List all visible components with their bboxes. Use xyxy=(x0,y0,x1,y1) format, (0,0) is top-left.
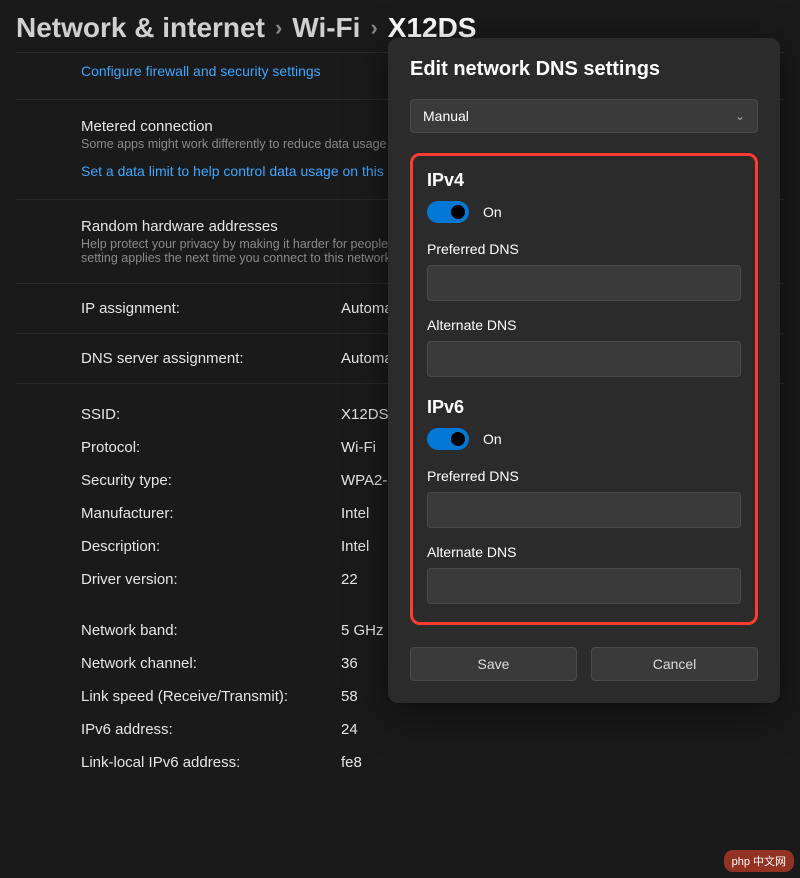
chevron-right-icon: › xyxy=(275,15,282,41)
detail-label: Manufacturer: xyxy=(81,505,341,522)
detail-value: 5 GHz xyxy=(341,622,384,639)
watermark: php 中文网 xyxy=(724,850,794,872)
dns-mode-dropdown[interactable]: Manual ⌄ xyxy=(410,99,758,133)
firewall-link[interactable]: Configure firewall and security settings xyxy=(81,63,321,79)
detail-label: Network band: xyxy=(81,622,341,639)
detail-value: Intel xyxy=(341,505,369,522)
detail-value: Wi-Fi xyxy=(341,439,376,456)
ip-assignment-label: IP assignment: xyxy=(81,300,341,317)
detail-label: IPv6 address: xyxy=(81,721,341,738)
ipv4-heading: IPv4 xyxy=(427,170,741,191)
ipv6-toggle[interactable] xyxy=(427,428,469,450)
detail-label: Protocol: xyxy=(81,439,341,456)
detail-label: Security type: xyxy=(81,472,341,489)
breadcrumb-wifi[interactable]: Wi-Fi xyxy=(292,12,360,44)
ipv6-heading: IPv6 xyxy=(427,397,741,418)
detail-value: Intel xyxy=(341,538,369,555)
ipv6-alternate-input[interactable] xyxy=(427,568,741,604)
ipv6-preferred-input[interactable] xyxy=(427,492,741,528)
detail-value: fe8 xyxy=(341,754,362,771)
detail-label: Network channel: xyxy=(81,655,341,672)
detail-label: Link-local IPv6 address: xyxy=(81,754,341,771)
detail-value: 36 xyxy=(341,655,358,672)
dropdown-value: Manual xyxy=(423,108,469,124)
dns-dialog: Edit network DNS settings Manual ⌄ IPv4 … xyxy=(388,38,780,703)
ipv6-block: IPv6 On Preferred DNS Alternate DNS xyxy=(427,397,741,604)
toggle-knob xyxy=(451,432,465,446)
dialog-title: Edit network DNS settings xyxy=(410,58,758,81)
ipv4-toggle[interactable] xyxy=(427,201,469,223)
toggle-knob xyxy=(451,205,465,219)
ipv6-alternate-label: Alternate DNS xyxy=(427,544,741,560)
detail-value: 24 xyxy=(341,721,358,738)
detail-value: 58 xyxy=(341,688,358,705)
detail-value: X12DS xyxy=(341,406,389,423)
ipv4-alternate-label: Alternate DNS xyxy=(427,317,741,333)
data-limit-link[interactable]: Set a data limit to help control data us… xyxy=(81,163,437,179)
chevron-right-icon: › xyxy=(370,15,377,41)
ipv4-preferred-input[interactable] xyxy=(427,265,741,301)
ipv6-preferred-label: Preferred DNS xyxy=(427,468,741,484)
highlight-box: IPv4 On Preferred DNS Alternate DNS IPv6… xyxy=(410,153,758,625)
dns-assignment-label: DNS server assignment: xyxy=(81,350,341,367)
save-button[interactable]: Save xyxy=(410,647,577,681)
ipv4-alternate-input[interactable] xyxy=(427,341,741,377)
breadcrumb-root[interactable]: Network & internet xyxy=(16,12,265,44)
detail-label: Description: xyxy=(81,538,341,555)
chevron-down-icon: ⌄ xyxy=(735,109,745,123)
detail-label: SSID: xyxy=(81,406,341,423)
detail-label: Link speed (Receive/Transmit): xyxy=(81,688,341,705)
ipv4-block: IPv4 On Preferred DNS Alternate DNS xyxy=(427,170,741,393)
ipv4-toggle-label: On xyxy=(483,204,502,220)
detail-label: Driver version: xyxy=(81,571,341,588)
ipv6-toggle-label: On xyxy=(483,431,502,447)
detail-value: 22 xyxy=(341,571,358,588)
cancel-button[interactable]: Cancel xyxy=(591,647,758,681)
ipv4-preferred-label: Preferred DNS xyxy=(427,241,741,257)
